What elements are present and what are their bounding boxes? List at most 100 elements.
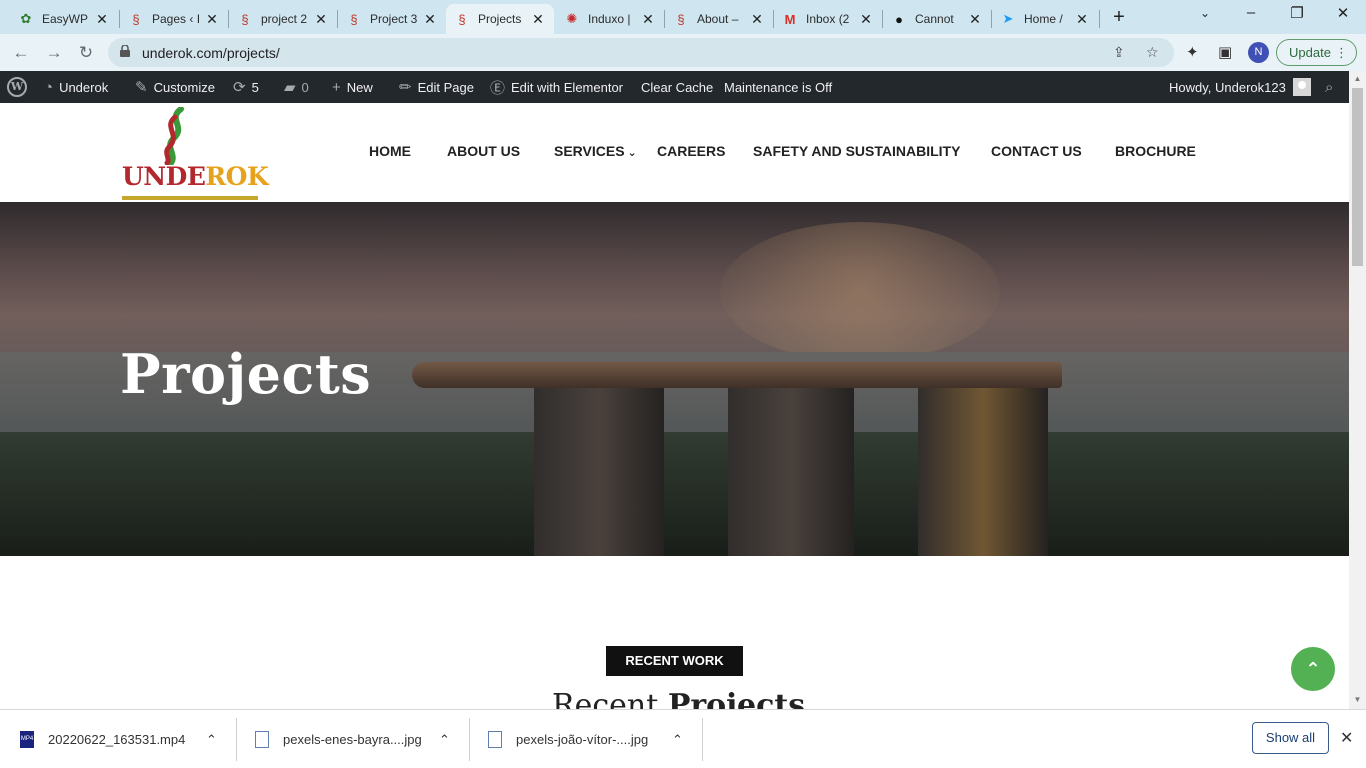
close-tab-icon[interactable]: ✕ — [749, 11, 765, 28]
logo-wordmark: UNDEROK — [122, 162, 269, 191]
image-file-icon — [255, 731, 269, 748]
scroll-thumb[interactable] — [1352, 88, 1363, 266]
close-tab-icon[interactable]: ✕ — [94, 11, 110, 28]
clear-cache-link[interactable]: Clear Cache — [641, 71, 713, 103]
browser-tab[interactable]: § Project 3 ✕ — [338, 4, 446, 34]
maintenance-link[interactable]: Maintenance is Off — [724, 71, 832, 103]
forward-icon[interactable]: → — [43, 42, 65, 64]
easywp-icon: ✿ — [20, 11, 32, 26]
browser-tab[interactable]: M Inbox (2 ✕ — [774, 4, 882, 34]
search-icon: ⌕ — [1325, 78, 1334, 96]
chevron-up-icon[interactable]: ⌃ — [206, 710, 217, 768]
profile-avatar[interactable]: N — [1248, 42, 1269, 63]
avatar — [1292, 78, 1311, 96]
image-file-icon — [488, 731, 502, 748]
underok-favicon: § — [677, 11, 685, 27]
browser-tab[interactable]: ✿ EasyWP ✕ — [10, 4, 118, 34]
section-title: Recent Projects — [552, 688, 806, 710]
tab-search-icon[interactable]: ⌄ — [1193, 6, 1217, 20]
site-header: UNDEROK HOME ABOUT US SERVICES ⌄ CAREERS … — [0, 103, 1349, 202]
nav-brochure[interactable]: BROCHURE — [1115, 143, 1196, 159]
scroll-down-icon[interactable]: ▼ — [1349, 695, 1366, 704]
minimize-icon[interactable]: – — [1239, 4, 1263, 21]
underok-favicon: § — [241, 11, 249, 27]
recent-work-badge: RECENT WORK — [606, 646, 743, 676]
share-icon[interactable]: ⇪ — [1113, 44, 1125, 61]
browser-tab[interactable]: § Pages ‹ I ✕ — [120, 4, 228, 34]
nav-services[interactable]: SERVICES ⌄ — [554, 143, 637, 159]
github-icon: ● — [895, 11, 903, 27]
close-tab-icon[interactable]: ✕ — [313, 11, 329, 28]
page-title: Projects — [120, 342, 372, 406]
wp-admin-bar: W ◔ Underok ✎ Customize ⟳ 5 ▰ 0 + New ✏ … — [0, 71, 1349, 103]
updates-link[interactable]: ⟳ 5 — [233, 71, 259, 103]
nav-contact[interactable]: CONTACT US — [991, 143, 1082, 159]
side-panel-icon[interactable]: ▣ — [1218, 43, 1232, 61]
lock-icon — [120, 45, 130, 57]
chevron-up-icon[interactable]: ⌃ — [672, 710, 683, 768]
extensions-icon[interactable]: ✦ — [1186, 43, 1199, 61]
browser-tab[interactable]: ➤ Home / ✕ — [992, 4, 1098, 34]
logo-flame-icon — [164, 107, 184, 165]
updates-icon: ⟳ — [233, 79, 246, 96]
menu-dots-icon: ⋮ — [1335, 45, 1348, 60]
url-text: underok.com/projects/ — [142, 45, 280, 61]
pencil-icon: ✏ — [399, 79, 412, 96]
edit-page-link[interactable]: ✏ Edit Page — [399, 71, 474, 103]
chevron-up-icon[interactable]: ⌃ — [439, 710, 450, 768]
update-button[interactable]: Update ⋮ — [1276, 39, 1357, 66]
close-tab-icon[interactable]: ✕ — [1074, 11, 1090, 28]
comments-link[interactable]: ▰ 0 — [284, 71, 309, 103]
close-tab-icon[interactable]: ✕ — [204, 11, 220, 28]
close-window-icon[interactable]: ✕ — [1331, 4, 1355, 22]
scroll-to-top-button[interactable]: ⌃ — [1291, 647, 1335, 691]
close-tab-icon[interactable]: ✕ — [422, 11, 438, 28]
nav-home[interactable]: HOME — [369, 143, 411, 159]
address-bar[interactable]: underok.com/projects/ ⇪ ☆ — [108, 38, 1174, 67]
chevron-down-icon: ⌄ — [627, 147, 637, 159]
maximize-icon[interactable]: ❐ — [1285, 4, 1309, 22]
plus-icon: + — [332, 78, 341, 96]
nav-about[interactable]: ABOUT US — [447, 143, 520, 159]
nav-careers[interactable]: CAREERS — [657, 143, 725, 159]
underok-favicon: § — [350, 11, 358, 27]
admin-search[interactable]: ⌕ — [1325, 71, 1339, 103]
elementor-link[interactable]: Ⓔ Edit with Elementor — [490, 71, 623, 103]
close-download-bar-icon[interactable]: ✕ — [1340, 728, 1353, 748]
customize-link[interactable]: ✎ Customize — [135, 71, 215, 103]
reload-icon[interactable]: ↻ — [75, 42, 97, 64]
back-icon[interactable]: ← — [10, 42, 32, 64]
site-name-menu[interactable]: ◔ Underok — [44, 71, 108, 103]
update-label: Update — [1289, 45, 1331, 60]
show-all-button[interactable]: Show all — [1252, 722, 1329, 754]
site-logo[interactable]: UNDEROK — [122, 107, 269, 201]
browser-toolbar: ← → ↻ underok.com/projects/ ⇪ ☆ ✦ ▣ N Up… — [0, 34, 1366, 71]
download-item[interactable]: MP4 20220622_163531.mp4 — [20, 710, 185, 768]
browser-tab[interactable]: § project 2 ✕ — [229, 4, 337, 34]
browser-tab[interactable]: ✺ Induxo | ✕ — [556, 4, 664, 34]
download-item[interactable]: pexels-enes-bayra....jpg — [255, 710, 422, 768]
account-menu[interactable]: Howdy, Underok123 — [1169, 71, 1311, 103]
browser-tab[interactable]: ● Cannot ✕ — [883, 4, 991, 34]
new-content-menu[interactable]: + New — [332, 71, 373, 103]
new-tab-icon[interactable]: + — [1108, 6, 1130, 29]
nav-safety[interactable]: SAFETY AND SUSTAINABILITY — [753, 143, 960, 159]
scroll-up-icon[interactable]: ▲ — [1349, 74, 1366, 83]
brush-icon: ✎ — [135, 79, 148, 96]
browser-tab[interactable]: § About – ✕ — [665, 4, 773, 34]
page-scrollbar[interactable]: ▲ ▼ — [1349, 71, 1366, 709]
wp-logo-menu[interactable]: W — [7, 71, 27, 103]
close-tab-icon[interactable]: ✕ — [640, 11, 656, 28]
browser-tabstrip: ✿ EasyWP ✕ § Pages ‹ I ✕ § project 2 ✕ §… — [0, 0, 1366, 34]
induxo-icon: ✺ — [566, 11, 578, 26]
browser-tab-active[interactable]: § Projects ✕ — [446, 4, 554, 34]
bookmark-star-icon[interactable]: ☆ — [1146, 44, 1159, 61]
close-tab-icon[interactable]: ✕ — [530, 11, 546, 28]
close-tab-icon[interactable]: ✕ — [967, 11, 983, 28]
download-item[interactable]: pexels-joão-vítor-....jpg — [488, 710, 648, 768]
close-tab-icon[interactable]: ✕ — [858, 11, 874, 28]
wordpress-icon: W — [7, 77, 27, 97]
twitter-icon: ➤ — [1002, 11, 1014, 26]
download-bar: MP4 20220622_163531.mp4 ⌃ pexels-enes-ba… — [0, 709, 1366, 768]
dashboard-icon: ◔ — [44, 78, 54, 96]
